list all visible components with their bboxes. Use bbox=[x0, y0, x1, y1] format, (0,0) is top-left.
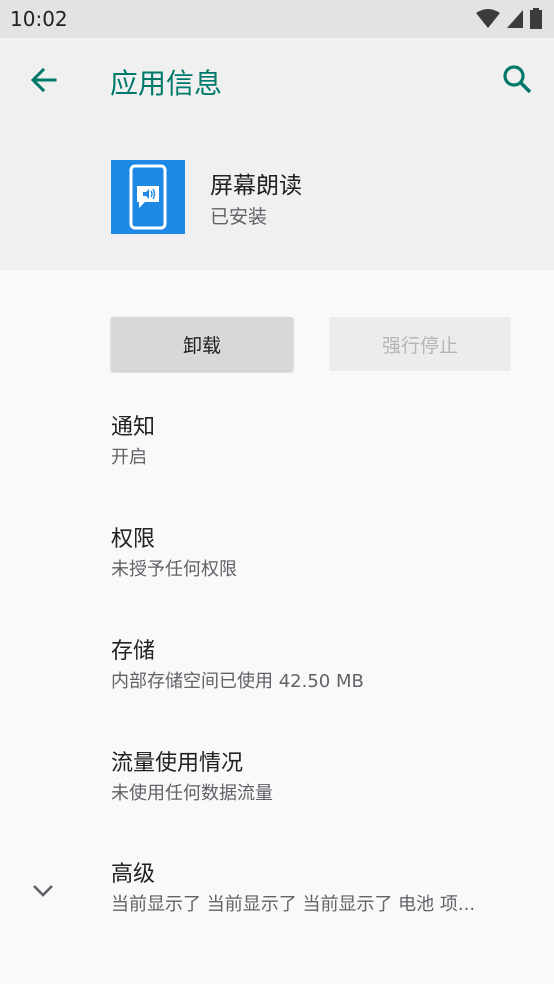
app-install-status: 已安装 bbox=[210, 206, 268, 228]
chevron-down-icon[interactable] bbox=[30, 878, 56, 904]
setting-summary: 未使用任何数据流量 bbox=[111, 783, 273, 804]
status-bar: 10:02 bbox=[0, 0, 554, 38]
setting-title: 通知 bbox=[111, 415, 156, 440]
setting-summary: 开启 bbox=[111, 447, 147, 468]
settings-item-storage[interactable]: 存储 内部存储空间已使用 42.50 MB bbox=[111, 637, 541, 695]
search-button[interactable] bbox=[498, 60, 538, 100]
arrow-back-icon bbox=[30, 67, 57, 93]
setting-title: 存储 bbox=[111, 639, 156, 664]
signal-icon bbox=[506, 10, 523, 28]
status-time: 10:02 bbox=[10, 7, 68, 31]
settings-item-notifications[interactable]: 通知 开启 bbox=[111, 413, 541, 471]
wifi-icon bbox=[475, 9, 500, 28]
setting-summary: 未授予任何权限 bbox=[111, 559, 237, 580]
search-icon bbox=[503, 65, 532, 94]
app-name: 屏幕朗读 bbox=[210, 173, 302, 199]
back-button[interactable] bbox=[24, 60, 64, 100]
settings-item-advanced[interactable]: 高级 当前显示了 当前显示了 当前显示了 电池 项... bbox=[111, 860, 541, 918]
setting-title: 权限 bbox=[111, 527, 156, 552]
status-icons bbox=[475, 8, 542, 30]
battery-icon bbox=[530, 8, 542, 29]
setting-summary: 内部存储空间已使用 42.50 MB bbox=[111, 671, 364, 692]
setting-title: 高级 bbox=[111, 862, 156, 887]
settings-item-data-usage[interactable]: 流量使用情况 未使用任何数据流量 bbox=[111, 749, 541, 807]
setting-title: 流量使用情况 bbox=[111, 751, 244, 776]
screen-reader-app-icon bbox=[111, 160, 185, 234]
setting-summary: 当前显示了 当前显示了 当前显示了 电池 项... bbox=[111, 894, 476, 915]
force-stop-button[interactable]: 强行停止 bbox=[329, 317, 511, 371]
uninstall-button[interactable]: 卸载 bbox=[111, 317, 293, 371]
app-header: 应用信息 屏幕朗读 已安装 bbox=[0, 38, 554, 270]
page-title: 应用信息 bbox=[110, 67, 223, 100]
settings-item-permissions[interactable]: 权限 未授予任何权限 bbox=[111, 525, 541, 583]
